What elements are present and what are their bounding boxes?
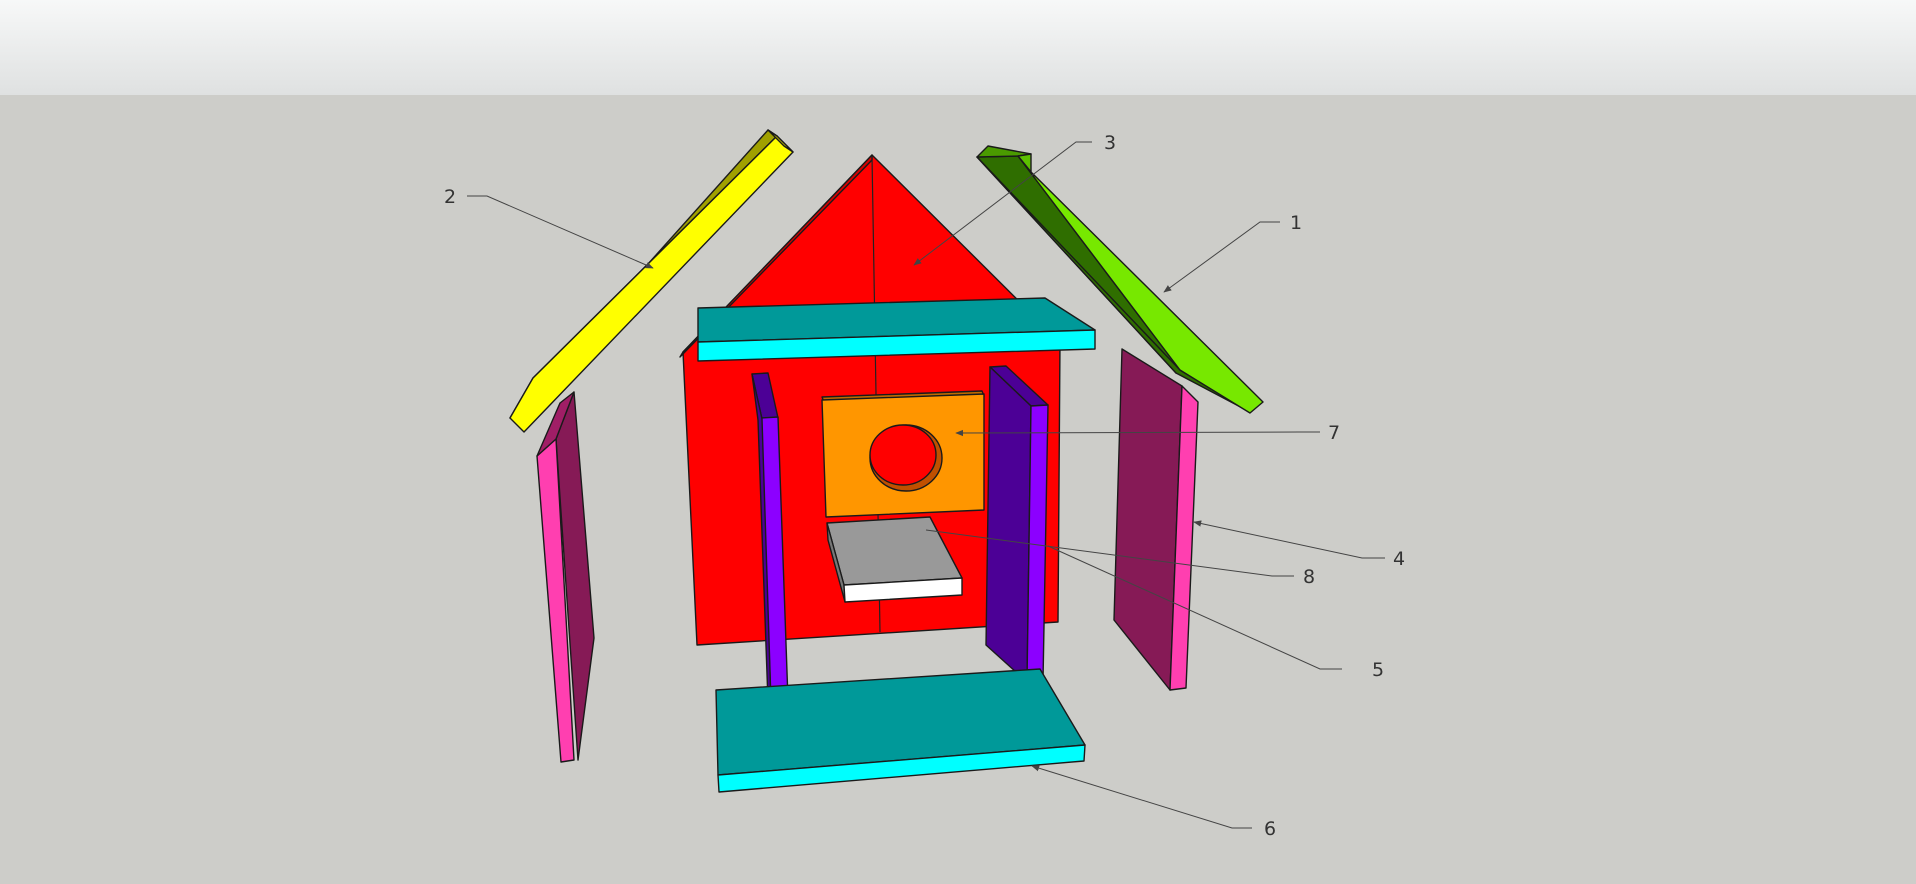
callout-7: 7	[1328, 422, 1340, 444]
callout-2: 2	[444, 186, 456, 208]
exploded-birdhouse-diagram: 1 2 3 4 5 6 7 8	[0, 0, 1916, 884]
callout-1: 1	[1290, 212, 1302, 234]
diagram-canvas: 1 2 3 4 5 6 7 8	[0, 0, 1916, 884]
callout-4: 4	[1393, 548, 1405, 570]
entrance-panel	[821, 390, 985, 518]
sky	[0, 0, 1916, 95]
callout-3: 3	[1104, 132, 1116, 154]
callout-5: 5	[1372, 659, 1384, 681]
callout-8: 8	[1303, 566, 1315, 588]
callout-6: 6	[1264, 818, 1276, 840]
front-post-right	[985, 365, 1049, 683]
